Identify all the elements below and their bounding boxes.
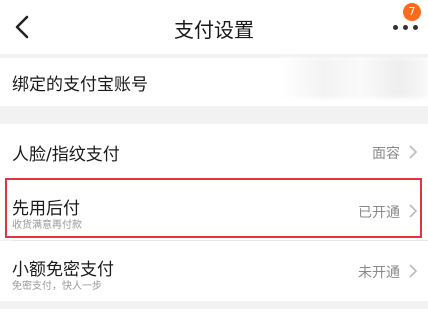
- notification-badge: 7: [403, 3, 421, 21]
- face-fingerprint-pay-label: 人脸/指纹支付: [12, 145, 120, 165]
- more-options-icon[interactable]: [392, 20, 420, 34]
- face-fingerprint-pay-value: 面容: [372, 146, 400, 162]
- highlight-box: [5, 178, 422, 238]
- chevron-right-icon: [409, 264, 418, 278]
- nav-bar: 支付设置 7: [0, 0, 428, 54]
- small-amount-pay-status: 未开通: [358, 265, 400, 281]
- face-fingerprint-pay-row[interactable]: 人脸/指纹支付 面容: [0, 124, 428, 178]
- small-amount-pay-subtitle: 免密支付，快人一步: [12, 281, 102, 292]
- chevron-right-icon: [409, 145, 418, 159]
- masked-account-value: [280, 58, 428, 98]
- alipay-account-label: 绑定的支付宝账号: [12, 75, 148, 95]
- page-title: 支付设置: [174, 18, 254, 42]
- small-amount-pay-row[interactable]: 小额免密支付 免密支付，快人一步 未开通: [0, 241, 428, 301]
